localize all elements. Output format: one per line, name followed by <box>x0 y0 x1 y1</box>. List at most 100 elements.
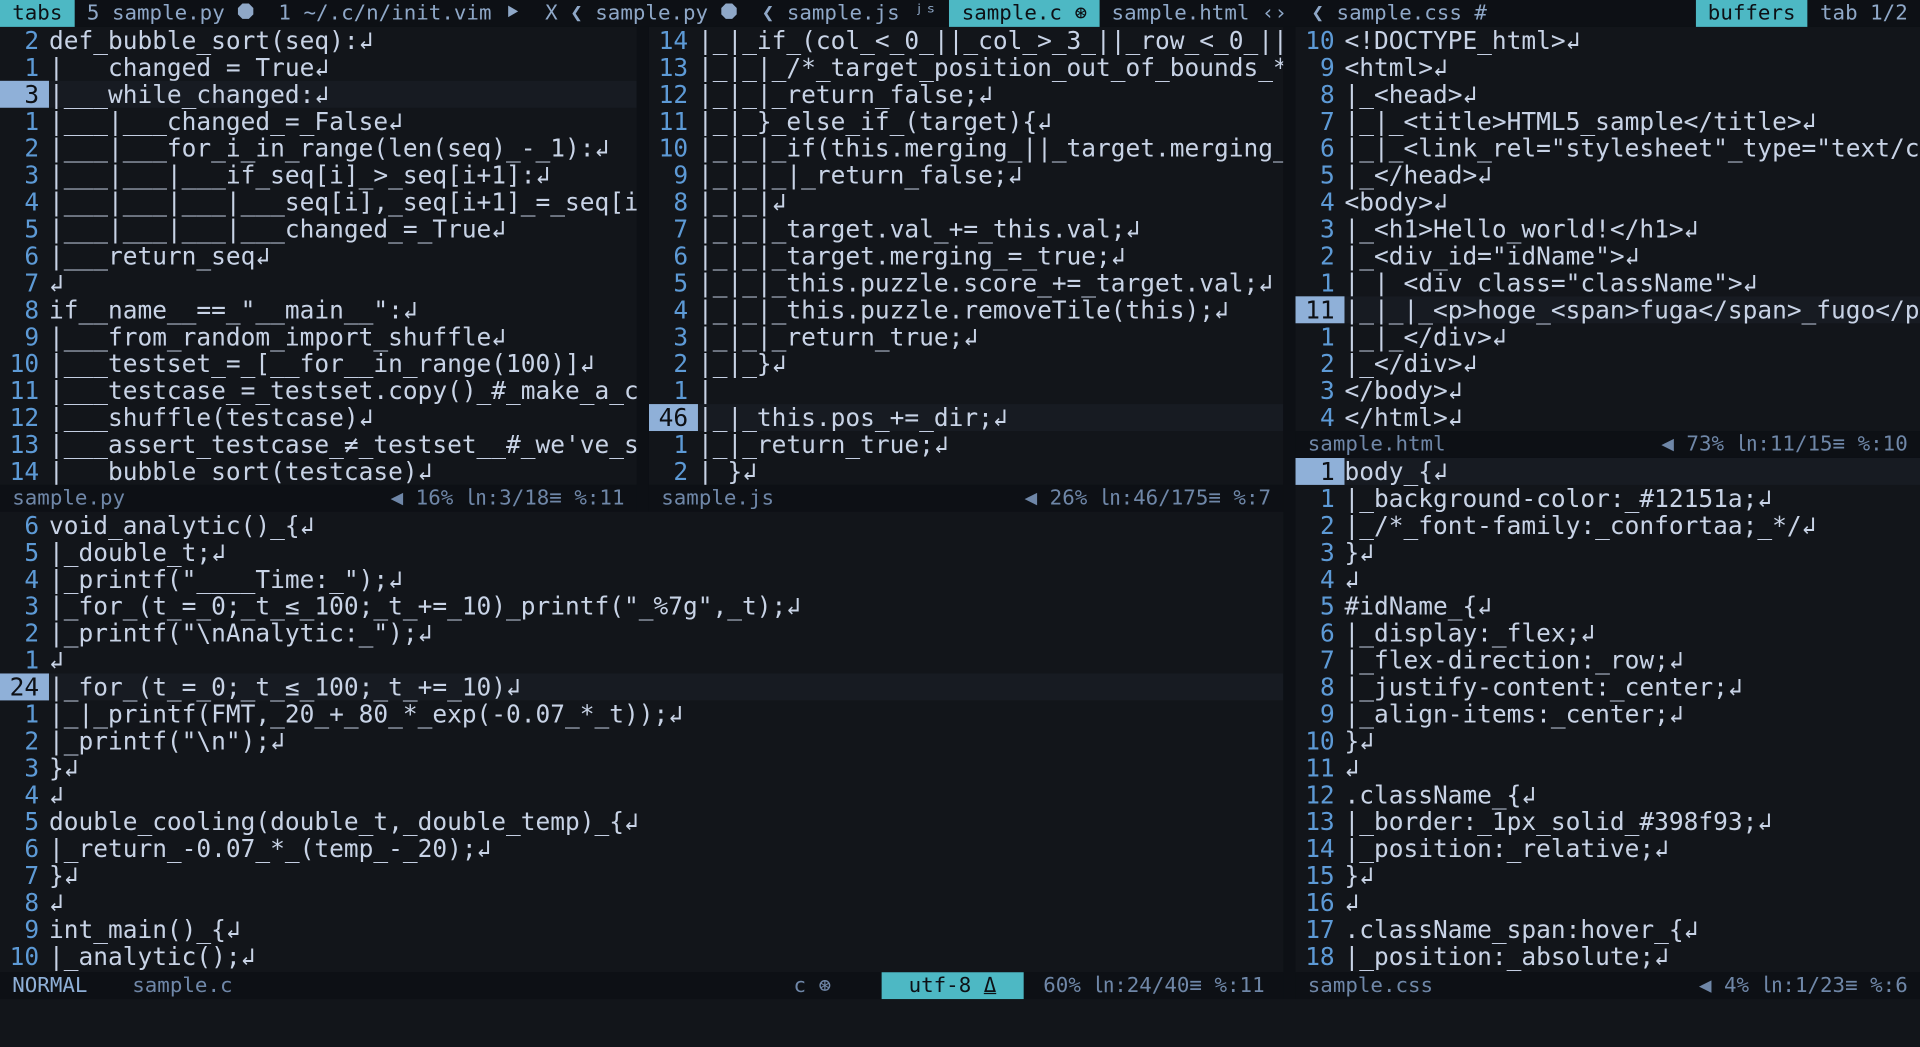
vertical-separator[interactable] <box>1283 26 1296 1000</box>
code-line[interactable]: 3 |_|_|_return_true;↲ <box>649 323 1283 350</box>
code-line[interactable]: 2 |_}↲ <box>649 458 1283 485</box>
code-line[interactable]: 4 |___|___|___|___seq[i],_seq[i+1]_=_seq[… <box>0 189 636 216</box>
code-line[interactable]: 5 double_cooling(double_t,_double_temp)_{… <box>0 808 1283 835</box>
code-line[interactable]: 2 |_</div>↲ <box>1296 350 1920 377</box>
code-line[interactable]: 3}↲ <box>0 754 1283 781</box>
pane-sample-css[interactable]: 1 body_{↲ 1 |_background-color:_#12151a;↲ 2 |… <box>1295 457 1920 973</box>
code-line[interactable]: 7 |_|_<title>HTML5_sample</title>↲ <box>1296 108 1920 135</box>
code-line[interactable]: 4 ↲ <box>1296 566 1920 593</box>
code-line[interactable]: 8 if__name__==_"__main__":↲ <box>0 296 637 323</box>
code-line[interactable]: 3 |___|___|___if_seq[i]_>_seq[i+1]:↲ <box>0 162 637 189</box>
code-line[interactable]: 14 |_|_if_(col_<_0_||_col_>_3_||_row_<_0_… <box>649 27 1284 54</box>
code-line[interactable]: 4 ↲ <box>0 781 1283 808</box>
code-line[interactable]: 6 |_display:_flex;↲ <box>1296 620 1920 647</box>
code-line[interactable]: 18 |_position:_absolute;↲ <box>1296 943 1920 970</box>
current-line[interactable]: 3 |___while_changed:↲ <box>0 81 637 108</box>
code-line[interactable]: 9 |___from_random_import_shuffle↲ <box>0 323 637 350</box>
code-line[interactable]: 12 |___shuffle(testcase)↲ <box>0 404 637 431</box>
tab-sample-html[interactable]: sample.html ‹› <box>1099 0 1299 27</box>
pane-sample-html[interactable]: 10 <!DOCTYPE_html>↲ 9 <html>↲ 8 |_<head>↲ 7 |_|… <box>1295 26 1920 432</box>
tab-sample-css[interactable]: ❮ sample.css # <box>1299 0 1499 27</box>
current-line[interactable]: 1 body_{↲ <box>1295 457 1920 485</box>
code-line[interactable]: 2 |_/*_font-family:_confortaa;_*/↲ <box>1296 512 1920 539</box>
code-line[interactable]: 4 |_printf("____Time:_");↲ <box>0 566 1283 593</box>
code-line[interactable]: 8 |_<head>↲ <box>1296 81 1920 108</box>
code-line[interactable]: 6 |_|_<link_rel="stylesheet"_type="text/c… <box>1296 135 1920 162</box>
code-line[interactable]: 6 void_analytic()_{↲ <box>0 512 1283 539</box>
current-line[interactable]: 11 |_|_|_<p>hoge_<span>fuga</span>_fugo</… <box>1295 296 1920 324</box>
code-line[interactable]: 3 |_<h1>Hello_world!</h1>↲ <box>1296 216 1920 243</box>
code-line[interactable]: 8 |_|_|↲ <box>649 189 1283 216</box>
code-line[interactable]: 5 |_</head>↲ <box>1296 162 1920 189</box>
code-line[interactable]: 1 | <box>649 377 1283 404</box>
code-line[interactable]: 11 ↲ <box>1296 754 1920 781</box>
code-line[interactable]: 1 |___|___changed_=_False↲ <box>0 108 637 135</box>
code-line[interactable]: 5 #idName_{↲ <box>1296 593 1920 620</box>
current-line[interactable]: 24 |_for_(t_=_0;_t_≤_100;_t_+=_10)↲ <box>0 673 1284 701</box>
code-line[interactable]: 2 |_|_}↲ <box>649 350 1283 377</box>
code-line[interactable]: 2 |___|___for_i_in_range(len(seq)_-_1):↲ <box>0 135 637 162</box>
code-line[interactable]: 4 <body>↲ <box>1296 189 1920 216</box>
code-line[interactable]: 3}↲ <box>1296 539 1920 566</box>
code-line[interactable]: 6 |___return_seq↲ <box>0 242 637 269</box>
tab-init-vim[interactable]: 1 ~/.c/n/init.vim ⯈ <box>266 0 533 27</box>
code-line[interactable]: 6 |_|_|_target.merging_=_true;↲ <box>649 242 1283 269</box>
code-line[interactable]: 10 |___testset_=_[__for__in_range(100)]↲ <box>0 350 637 377</box>
code-line[interactable]: 8 ↲ <box>0 889 1283 916</box>
code-line[interactable]: 1 |_|_</div>↲ <box>1296 323 1920 350</box>
tab-sample-py[interactable]: 5 sample.py ⯃ <box>75 0 267 27</box>
code-line[interactable]: 8 |_justify-content:_center;↲ <box>1296 673 1920 700</box>
code-line[interactable]: 13 |_|_|_/*_target_position_out_of_bounds… <box>649 54 1284 81</box>
code-line[interactable]: 7 |_|_|_target.val_+=_this.val;↲ <box>649 216 1283 243</box>
code-line[interactable]: 13 |___assert_testcase_≠_testset__#_we've… <box>0 431 637 458</box>
code-line[interactable]: 7}↲ <box>0 862 1283 889</box>
code-line[interactable]: 9 |_align-items:_center;↲ <box>1296 700 1920 727</box>
vertical-separator[interactable] <box>636 26 649 512</box>
code-line[interactable]: 14 |___bubble_sort(testcase)↲ <box>0 458 637 485</box>
code-line[interactable]: 6 |_return_-0.07_*_(temp_-_20);↲ <box>0 835 1283 862</box>
code-line[interactable]: 1 |___changed_=_True↲ <box>0 54 637 81</box>
code-line[interactable]: 2 |_printf("\n");↲ <box>0 727 1283 754</box>
code-line[interactable]: 12 .className_{↲ <box>1296 781 1920 808</box>
tab-close-sample-py[interactable]: X ❮ sample.py ⯃ <box>533 0 750 27</box>
tab-sample-c[interactable]: sample.c ⊛ <box>949 0 1100 27</box>
code-line[interactable]: 4 </html>↲ <box>1296 404 1920 431</box>
code-line[interactable]: 1 |_background-color:_#12151a;↲ <box>1296 485 1920 512</box>
pane-sample-py[interactable]: 2 def_bubble_sort(seq):↲ 1 |___changed_=_Tr… <box>0 26 637 485</box>
code-line[interactable]: 11 |___testcase_=_testset.copy()_#_make_a… <box>0 377 637 404</box>
code-line[interactable]: 5 |_|_|_this.puzzle.score_+=_target.val;↲ <box>649 269 1283 296</box>
code-line[interactable]: 9 |_|_|_|_return_false;↲ <box>649 162 1283 189</box>
code-line[interactable]: 12 |_|_|_return_false;↲ <box>649 81 1283 108</box>
code-line[interactable]: 10 |_analytic();↲ <box>0 943 1283 970</box>
code-line[interactable]: 2 |_<div_id="idName">↲ <box>1296 242 1920 269</box>
pane-sample-js[interactable]: 14 |_|_if_(col_<_0_||_col_>_3_||_row_<_0_… <box>648 26 1284 485</box>
code-line[interactable]: 3 |_for_(t_=_0;_t_≤_100;_t_+=_10)_printf(… <box>0 593 1283 620</box>
code-line[interactable]: 1 |_|_printf(FMT,_20_+_80_*_exp(-0.07_*_t… <box>0 700 1283 727</box>
code-line[interactable]: 11 |_|_}_else_if_(target){↲ <box>649 108 1283 135</box>
tab-sample-js[interactable]: ❮ sample.js ʲˢ <box>750 0 950 27</box>
code-line[interactable]: 3 </body>↲ <box>1296 377 1920 404</box>
code-line[interactable]: 5 |___|___|___|___changed_=_True↲ <box>0 216 637 243</box>
code-line[interactable]: 9 <html>↲ <box>1296 54 1920 81</box>
code-line[interactable]: 10}↲ <box>1296 727 1920 754</box>
code-line[interactable]: 1 ↲ <box>0 647 1283 674</box>
code-line[interactable]: 1 |_|_return_true;↲ <box>649 431 1283 458</box>
code-line[interactable]: 13 |_border:_1px_solid_#398f93;↲ <box>1296 808 1920 835</box>
code-line[interactable]: 4 |_|_|_this.puzzle.removeTile(this);↲ <box>649 296 1283 323</box>
code-line[interactable]: 7 |_flex-direction:_row;↲ <box>1296 647 1920 674</box>
pane-sample-c[interactable]: 6 void_analytic()_{↲ 5 |_double_t;↲ 4 |_print… <box>0 511 1284 973</box>
current-line[interactable]: 46 |_|_this.pos_+=_dir;↲ <box>648 404 1284 432</box>
code-line[interactable]: 15}↲ <box>1296 862 1920 889</box>
code-line[interactable]: 17 .className_span:hover_{↲ <box>1296 916 1920 943</box>
code-line[interactable]: 10 |_|_|_if(this.merging_||_target.mergin… <box>649 135 1284 162</box>
command-line[interactable] <box>0 999 1920 1047</box>
code-line[interactable]: 2 def_bubble_sort(seq):↲ <box>0 27 637 54</box>
code-line[interactable]: 7 ↲ <box>0 269 637 296</box>
code-line[interactable]: 10 <!DOCTYPE_html>↲ <box>1296 27 1920 54</box>
code-line[interactable]: 9 int_main()_{↲ <box>0 916 1283 943</box>
code-line[interactable]: 16 ↲ <box>1296 889 1920 916</box>
code-line[interactable]: 5 |_double_t;↲ <box>0 539 1283 566</box>
code-line[interactable]: 1 |_|_<div_class="className">↲ <box>1296 269 1920 296</box>
code-line[interactable]: 14 |_position:_relative;↲ <box>1296 835 1920 862</box>
code-line[interactable]: 2 |_printf("\nAnalytic:_");↲ <box>0 620 1283 647</box>
